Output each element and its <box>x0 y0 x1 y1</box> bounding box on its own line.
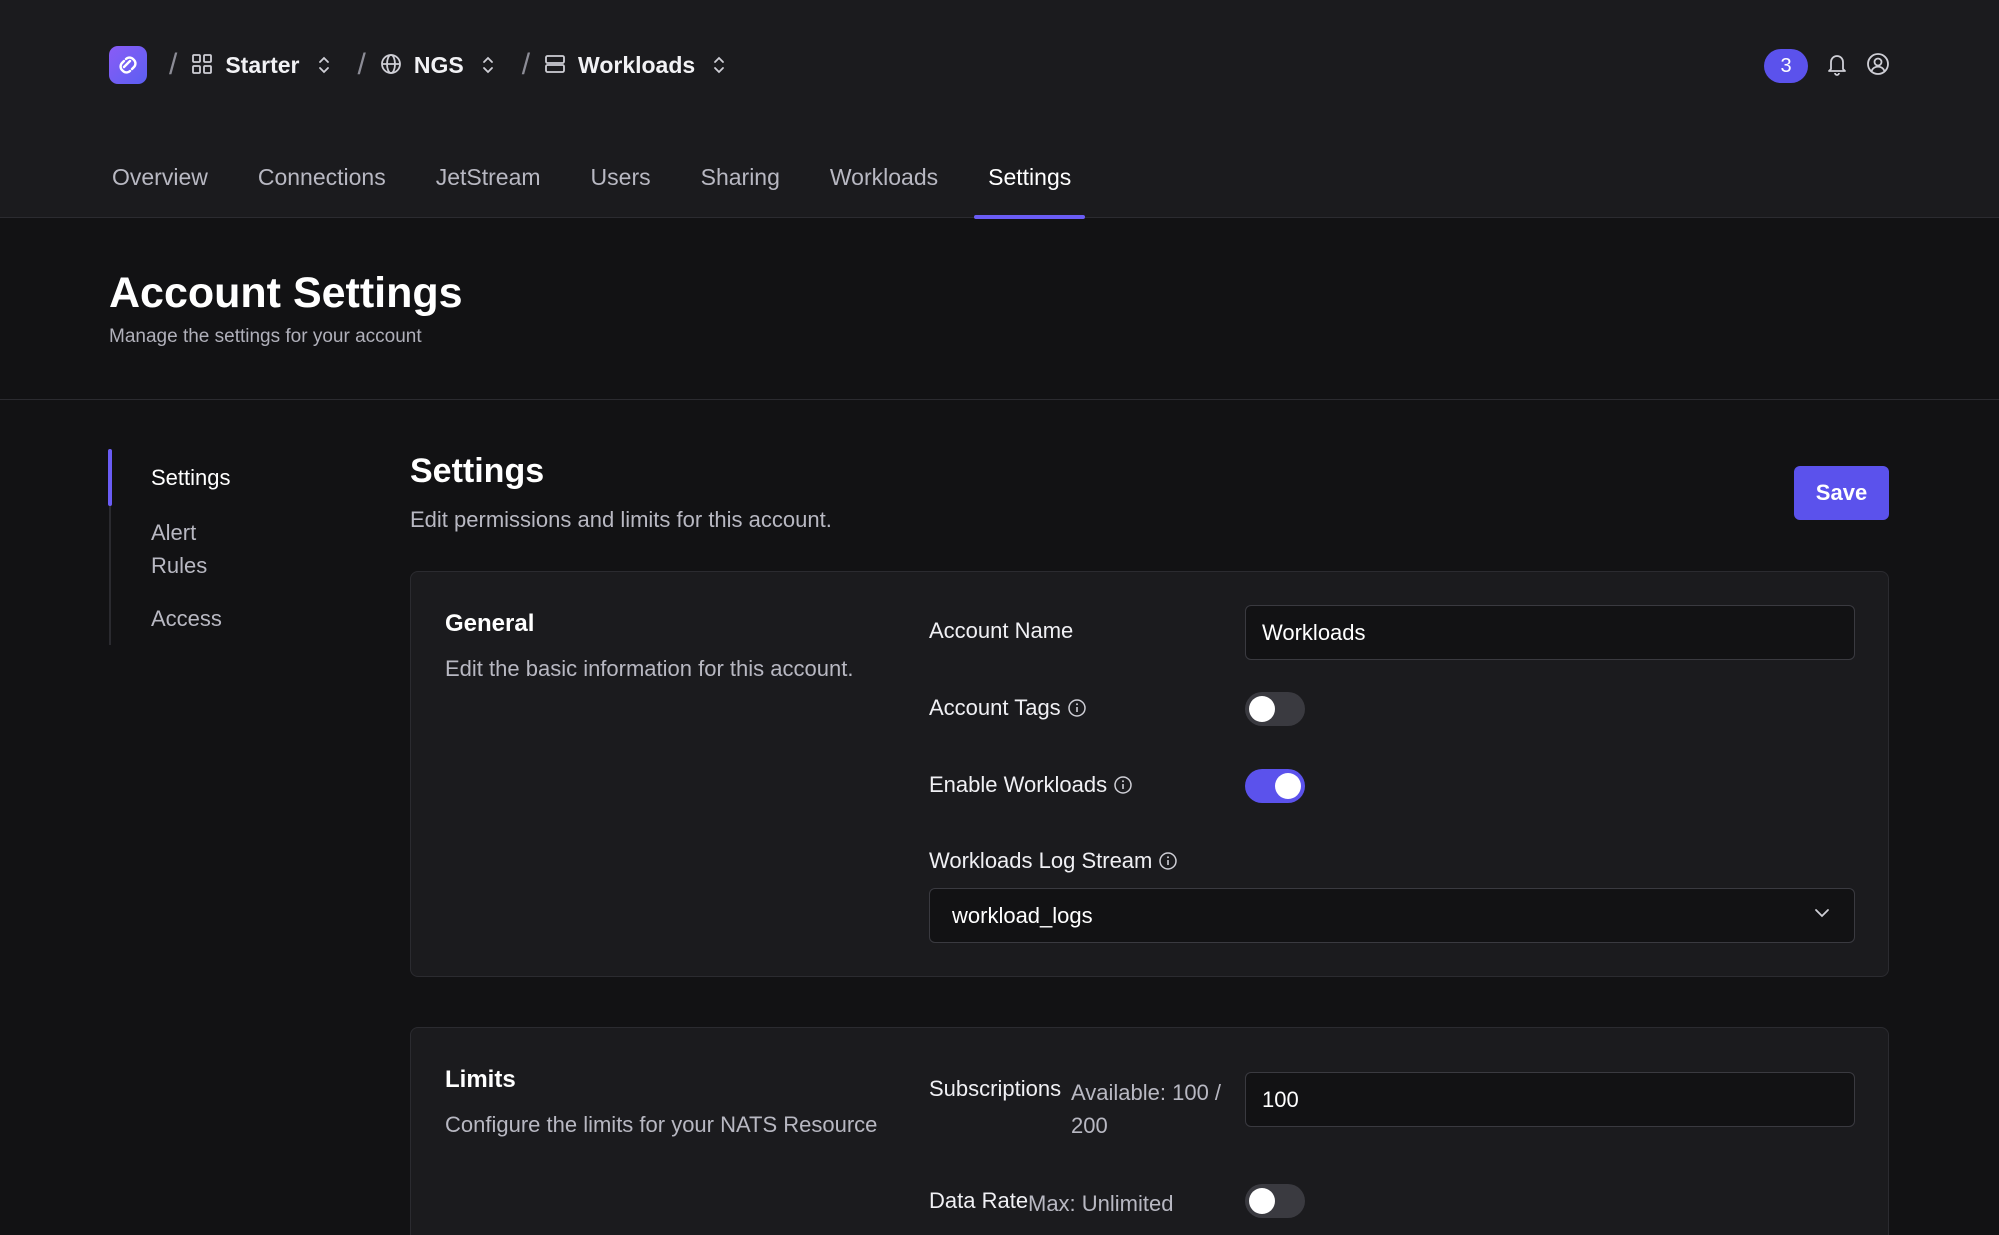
breadcrumb-separator: / <box>169 48 178 81</box>
user-avatar-icon[interactable] <box>1866 52 1890 81</box>
limits-card: Limits Configure the limits for your NAT… <box>410 1027 1889 1235</box>
breadcrumb-starter[interactable]: Starter <box>191 52 335 79</box>
account-name-label: Account Name <box>929 618 1073 644</box>
subscriptions-available: Available: 100 / 200 <box>1071 1076 1221 1142</box>
tab-settings[interactable]: Settings <box>974 150 1086 219</box>
subscriptions-available-line: 200 <box>1071 1113 1108 1138</box>
data-rate-label-text: Data Rate <box>929 1188 1029 1213</box>
toggle-knob <box>1249 1188 1275 1214</box>
log-stream-selected-value: workload_logs <box>952 902 1093 928</box>
enable-workloads-label-text: Enable Workloads <box>929 772 1108 797</box>
enable-workloads-label: Enable Workloads <box>929 772 1133 798</box>
tab-sharing[interactable]: Sharing <box>687 150 794 218</box>
tab-workloads[interactable]: Workloads <box>816 150 952 218</box>
general-card: General Edit the basic information for t… <box>410 571 1889 977</box>
toggle-knob <box>1249 696 1275 722</box>
breadcrumb-label: NGS <box>413 51 464 78</box>
page-subtitle: Manage the settings for your account <box>109 326 422 347</box>
header-actions: 3 <box>1764 49 1890 83</box>
toggle-knob <box>1275 773 1301 799</box>
page-header: Account Settings Manage the settings for… <box>0 219 1999 400</box>
breadcrumb-label: Workloads <box>578 51 696 78</box>
info-icon[interactable] <box>1158 851 1178 871</box>
save-button[interactable]: Save <box>1794 466 1889 520</box>
server-icon <box>544 53 568 77</box>
breadcrumb-label: Starter <box>225 51 300 78</box>
subscriptions-label: Subscriptions <box>929 1076 1061 1102</box>
subscriptions-available-line: Available: 100 / <box>1071 1080 1222 1105</box>
bell-icon[interactable] <box>1826 52 1848 81</box>
log-stream-select[interactable]: workload_logs <box>929 888 1855 943</box>
sidebar-item-access[interactable]: Access <box>111 592 309 645</box>
data-rate-toggle[interactable] <box>1245 1184 1305 1218</box>
breadcrumb-separator: / <box>521 48 531 81</box>
breadcrumb-ngs[interactable]: NGS <box>380 52 500 79</box>
grid-icon <box>191 53 215 77</box>
general-title: General <box>445 610 535 637</box>
top-navigation: / Starter / NGS / Workloads 3 Overview C… <box>0 0 1999 219</box>
account-tags-toggle[interactable] <box>1245 692 1305 726</box>
account-name-input[interactable] <box>1245 605 1855 660</box>
log-stream-label: Workloads Log Stream <box>929 848 1178 874</box>
chevron-up-down-icon <box>711 54 731 76</box>
limits-subtitle: Configure the limits for your NATS Resou… <box>445 1112 878 1137</box>
settings-sidebar: Settings Alert Rules Access <box>108 449 309 645</box>
sidebar-item-alert-rules[interactable]: Alert Rules <box>111 506 251 592</box>
account-name-label-text: Account Name <box>929 618 1074 643</box>
chevron-down-icon <box>1812 903 1832 929</box>
subscriptions-label-text: Subscriptions <box>929 1076 1062 1101</box>
tab-users[interactable]: Users <box>577 150 665 218</box>
data-rate-label: Data Rate <box>929 1188 1028 1214</box>
section-subtitle: Edit permissions and limits for this acc… <box>410 507 832 532</box>
subscriptions-input[interactable] <box>1245 1072 1855 1127</box>
tab-overview[interactable]: Overview <box>98 150 222 218</box>
breadcrumb-workloads[interactable]: Workloads <box>544 52 731 79</box>
tab-bar: Overview Connections JetStream Users Sha… <box>98 150 1107 219</box>
globe-icon <box>380 53 404 77</box>
sidebar-item-settings[interactable]: Settings <box>108 449 309 506</box>
info-icon[interactable] <box>1067 698 1087 718</box>
enable-workloads-toggle[interactable] <box>1245 769 1305 803</box>
limits-title: Limits <box>445 1066 516 1093</box>
account-tags-label-text: Account Tags <box>929 695 1061 720</box>
chevron-up-down-icon <box>316 54 336 76</box>
notification-count-badge[interactable]: 3 <box>1764 49 1808 83</box>
page-title: Account Settings <box>109 269 463 317</box>
app-logo-icon[interactable] <box>109 46 147 84</box>
section-title: Settings <box>410 452 545 490</box>
log-stream-label-text: Workloads Log Stream <box>929 848 1153 873</box>
data-rate-max: Max: Unlimited <box>1028 1191 1174 1216</box>
general-subtitle: Edit the basic information for this acco… <box>445 656 854 681</box>
breadcrumb-separator: / <box>357 48 366 81</box>
tab-connections[interactable]: Connections <box>244 150 400 218</box>
info-icon[interactable] <box>1113 775 1133 795</box>
tab-jetstream[interactable]: JetStream <box>422 150 555 218</box>
account-tags-label: Account Tags <box>929 695 1087 721</box>
breadcrumb: / Starter / NGS / Workloads <box>109 45 731 85</box>
chevron-up-down-icon <box>480 54 500 76</box>
